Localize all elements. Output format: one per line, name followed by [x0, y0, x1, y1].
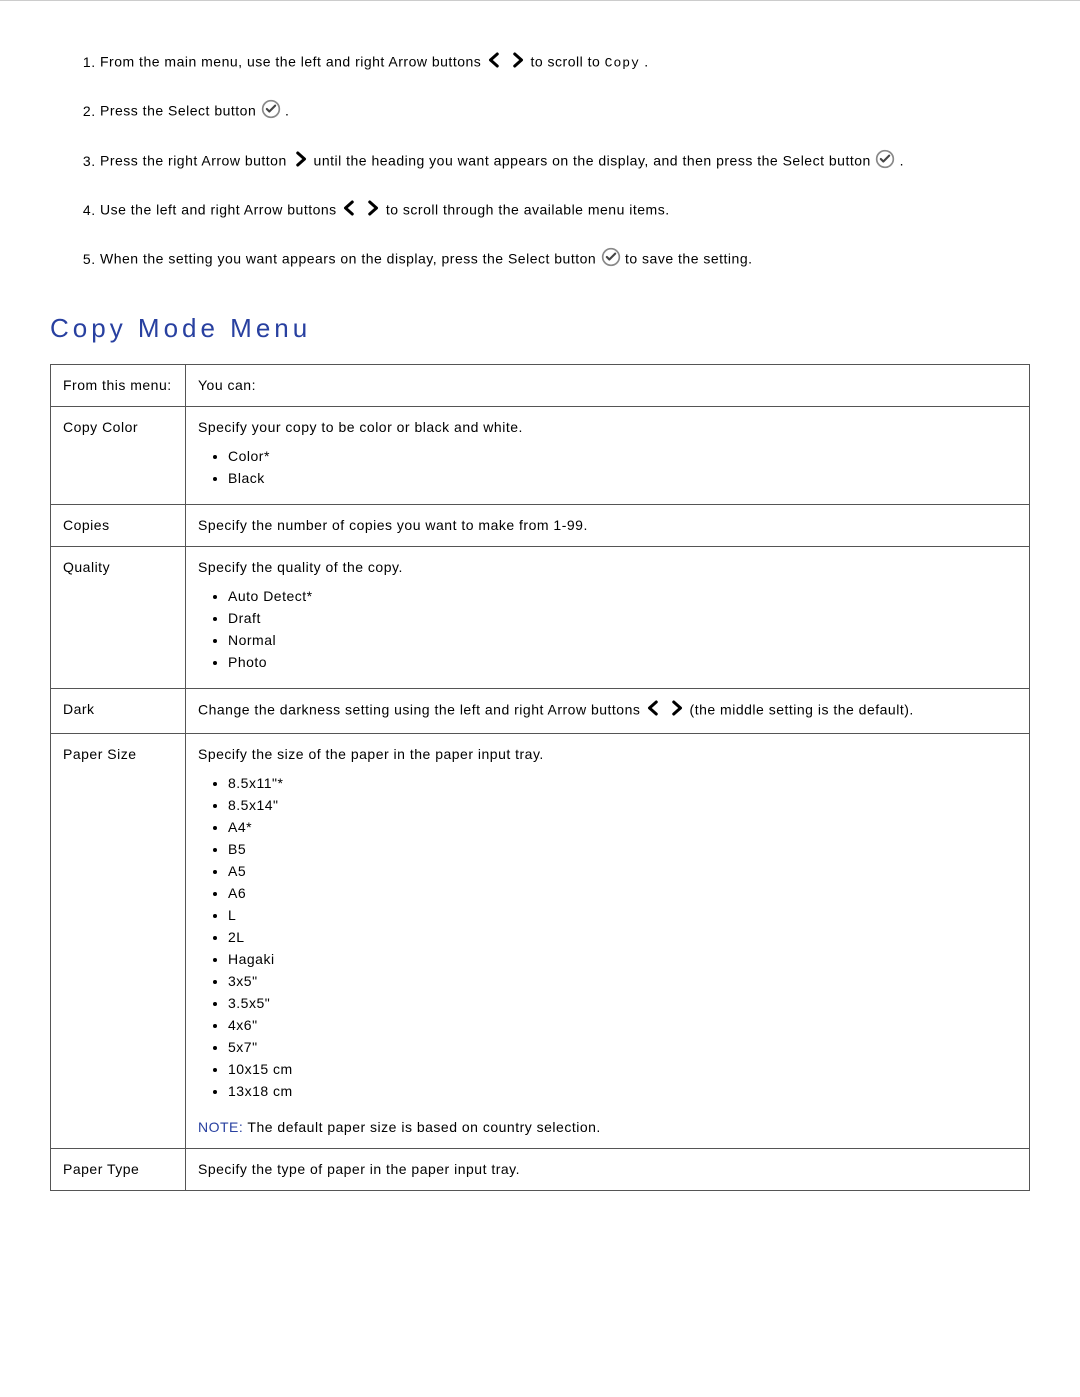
list-item: A6	[228, 883, 1017, 905]
list-item: A4*	[228, 817, 1017, 839]
table-header-left: From this menu:	[51, 365, 186, 407]
menu-desc: Specify the quality of the copy. Auto De…	[186, 547, 1030, 689]
desc-text: Specify the size of the paper in the pap…	[198, 746, 544, 762]
step-text: .	[644, 54, 648, 70]
note-label: NOTE:	[198, 1119, 243, 1135]
menu-name: Copy Color	[51, 407, 186, 505]
desc-text: (the middle setting is the default).	[690, 702, 914, 718]
select-button-icon	[261, 99, 281, 125]
chevron-left-icon	[486, 51, 504, 75]
table-row: Dark Change the darkness setting using t…	[51, 689, 1030, 734]
step-text: to scroll through the available menu ite…	[386, 202, 670, 218]
chevron-right-icon	[508, 51, 526, 75]
note-text: The default paper size is based on count…	[243, 1119, 601, 1135]
list-item: Auto Detect*	[228, 586, 1017, 608]
menu-desc: Specify the type of paper in the paper i…	[186, 1149, 1030, 1191]
desc-text: Specify the quality of the copy.	[198, 559, 403, 575]
step-item: Press the right Arrow button until the h…	[100, 149, 1030, 175]
option-list: Color* Black	[228, 446, 1017, 490]
step-item: Press the Select button .	[100, 99, 1030, 125]
step-text: From the main menu, use the left and rig…	[100, 54, 486, 70]
list-item: Draft	[228, 608, 1017, 630]
table-row: Paper Type Specify the type of paper in …	[51, 1149, 1030, 1191]
instruction-list: From the main menu, use the left and rig…	[50, 51, 1030, 273]
step-text: .	[285, 103, 289, 119]
step-text: to save the setting.	[625, 251, 753, 267]
table-row: Quality Specify the quality of the copy.…	[51, 547, 1030, 689]
step-text: to scroll to	[530, 54, 604, 70]
step-text: Press the right Arrow button	[100, 153, 291, 169]
option-list: Auto Detect* Draft Normal Photo	[228, 586, 1017, 674]
list-item: Normal	[228, 630, 1017, 652]
list-item: 4x6"	[228, 1015, 1017, 1037]
desc-text: Specify your copy to be color or black a…	[198, 419, 523, 435]
chevron-right-icon	[291, 150, 309, 174]
list-item: Photo	[228, 652, 1017, 674]
list-item: A5	[228, 861, 1017, 883]
copy-mode-menu-table: From this menu: You can: Copy Color Spec…	[50, 364, 1030, 1191]
step-text: When the setting you want appears on the…	[100, 251, 601, 267]
table-row: Copy Color Specify your copy to be color…	[51, 407, 1030, 505]
menu-name: Quality	[51, 547, 186, 689]
table-row: Copies Specify the number of copies you …	[51, 505, 1030, 547]
menu-name: Dark	[51, 689, 186, 734]
step-text: Use the left and right Arrow buttons	[100, 202, 341, 218]
menu-name: Paper Type	[51, 1149, 186, 1191]
step-text: .	[900, 153, 904, 169]
list-item: 13x18 cm	[228, 1081, 1017, 1103]
step-text: until the heading you want appears on th…	[314, 153, 876, 169]
chevron-right-icon	[667, 699, 685, 723]
step-item: From the main menu, use the left and rig…	[100, 51, 1030, 75]
list-item: 3x5"	[228, 971, 1017, 993]
list-item: L	[228, 905, 1017, 927]
table-header-right: You can:	[186, 365, 1030, 407]
menu-desc: Specify your copy to be color or black a…	[186, 407, 1030, 505]
table-header-row: From this menu: You can:	[51, 365, 1030, 407]
list-item: 10x15 cm	[228, 1059, 1017, 1081]
list-item: Black	[228, 468, 1017, 490]
chevron-left-icon	[645, 699, 663, 723]
section-title: Copy Mode Menu	[50, 313, 1030, 344]
step-mono: Copy	[605, 56, 640, 71]
chevron-right-icon	[363, 199, 381, 223]
menu-desc: Change the darkness setting using the le…	[186, 689, 1030, 734]
select-button-icon	[875, 149, 895, 175]
step-item: Use the left and right Arrow buttons to …	[100, 199, 1030, 223]
list-item: Color*	[228, 446, 1017, 468]
list-item: 8.5x11"*	[228, 773, 1017, 795]
step-text: Press the Select button	[100, 103, 261, 119]
list-item: 8.5x14"	[228, 795, 1017, 817]
menu-desc: Specify the size of the paper in the pap…	[186, 734, 1030, 1149]
option-list: 8.5x11"* 8.5x14" A4* B5 A5 A6 L 2L Hagak…	[228, 773, 1017, 1103]
menu-desc: Specify the number of copies you want to…	[186, 505, 1030, 547]
desc-text: Change the darkness setting using the le…	[198, 702, 645, 718]
chevron-left-icon	[341, 199, 359, 223]
document-page: From the main menu, use the left and rig…	[0, 0, 1080, 1241]
list-item: 5x7"	[228, 1037, 1017, 1059]
list-item: 2L	[228, 927, 1017, 949]
list-item: Hagaki	[228, 949, 1017, 971]
table-row: Paper Size Specify the size of the paper…	[51, 734, 1030, 1149]
select-button-icon	[601, 247, 621, 273]
step-item: When the setting you want appears on the…	[100, 247, 1030, 273]
menu-name: Copies	[51, 505, 186, 547]
list-item: 3.5x5"	[228, 993, 1017, 1015]
list-item: B5	[228, 839, 1017, 861]
menu-name: Paper Size	[51, 734, 186, 1149]
